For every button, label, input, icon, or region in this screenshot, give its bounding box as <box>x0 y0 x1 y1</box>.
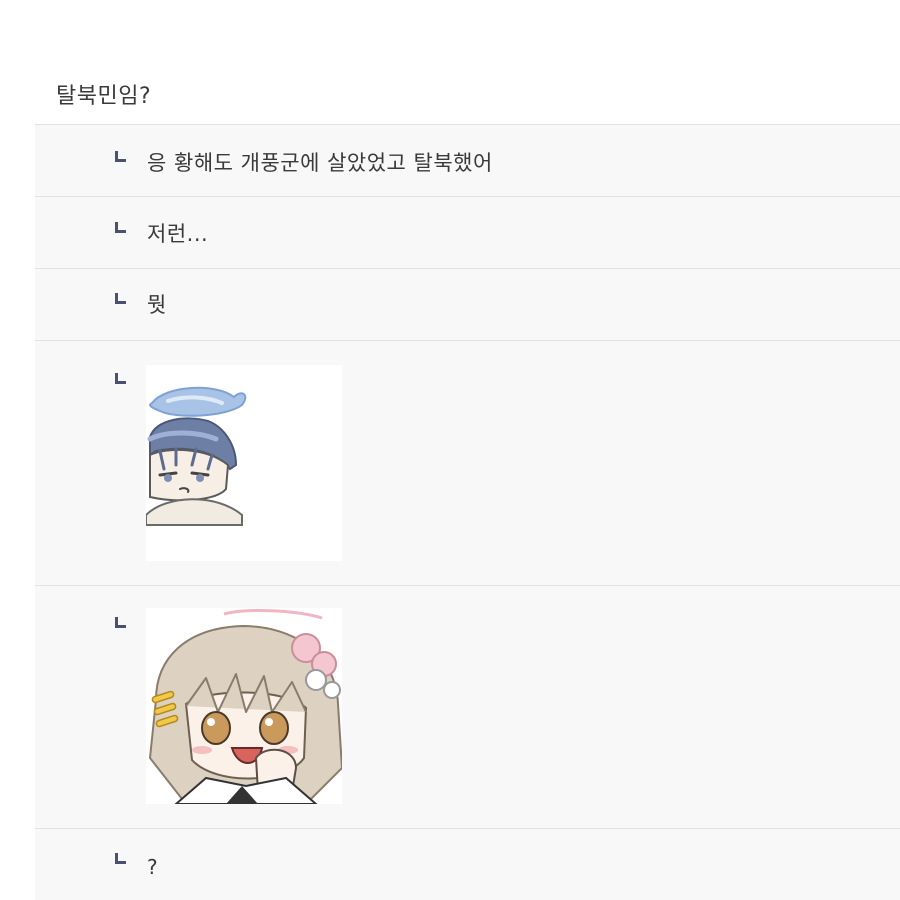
reply-text: 응 황해도 개풍군에 살았었고 탈북했어 <box>147 151 493 175</box>
comment-thread: 탈북민임? 응 황해도 개풍군에 살았었고 탈북했어 저런... 뭣 ? <box>0 0 900 900</box>
reply-item: ? <box>35 829 900 900</box>
reply-arrow-icon <box>115 151 126 162</box>
reply-item <box>35 586 900 828</box>
sticker-image <box>146 608 342 804</box>
reply-item <box>35 341 900 585</box>
reply-text: 저런... <box>147 222 209 246</box>
reply-arrow-icon <box>115 293 126 304</box>
reply-item: 저런... <box>35 197 900 268</box>
reply-item: 뭣 <box>35 269 900 340</box>
reply-arrow-icon <box>115 617 126 628</box>
blue-halo-girl-sticker-icon <box>146 386 247 526</box>
sticker-image <box>146 365 342 561</box>
top-comment-text: 탈북민임? <box>56 84 152 109</box>
reply-arrow-icon <box>115 373 126 384</box>
reply-arrow-icon <box>115 853 126 864</box>
pink-flower-girl-sticker-icon <box>148 609 342 804</box>
reply-arrow-icon <box>115 222 126 233</box>
top-comment: 탈북민임? <box>0 0 900 124</box>
reply-text: ? <box>147 855 159 879</box>
reply-item: 응 황해도 개풍군에 살았었고 탈북했어 <box>35 125 900 196</box>
reply-text: 뭣 <box>147 293 167 317</box>
